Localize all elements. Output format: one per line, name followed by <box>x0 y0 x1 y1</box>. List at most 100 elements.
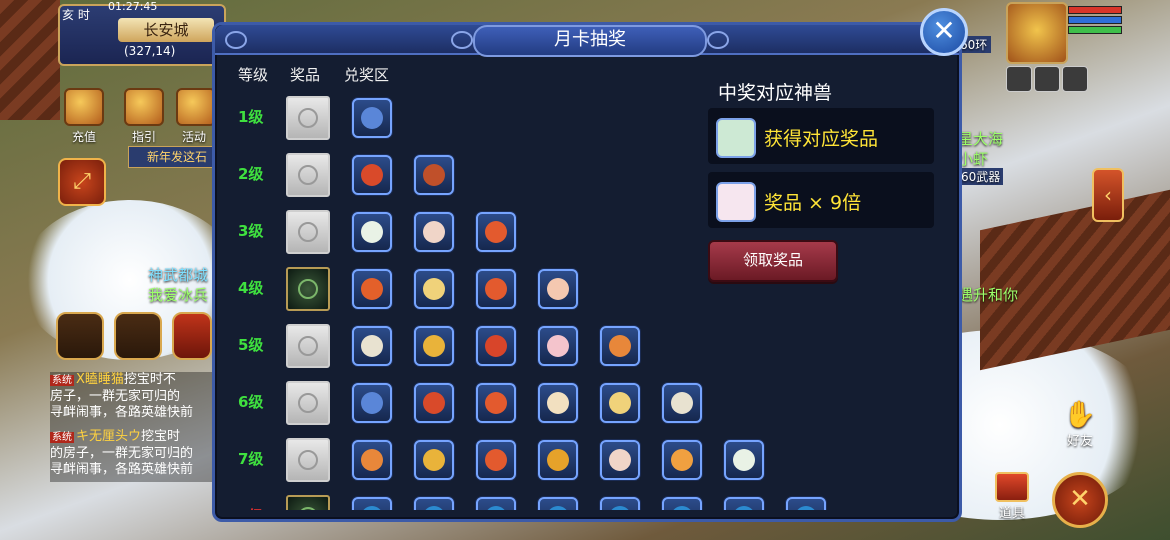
reward-beast-title: 中奖对应神兽 <box>718 82 833 104</box>
pet-reward-icon[interactable] <box>662 383 702 423</box>
pet-reward-icon[interactable] <box>352 497 392 510</box>
prize-placeholder-icon <box>298 222 318 242</box>
pet-face-icon <box>361 506 383 510</box>
row-level-label: 8级 <box>238 505 278 510</box>
pet-reward-icon[interactable] <box>352 98 392 138</box>
pet-face-icon <box>671 392 693 414</box>
prize-placeholder-icon <box>298 507 318 510</box>
pet-reward-icon[interactable] <box>476 212 516 252</box>
prize-slot[interactable] <box>286 267 330 311</box>
claim-reward-button[interactable]: 领取奖品 <box>708 240 838 282</box>
pet-reward-icon[interactable] <box>476 326 516 366</box>
pet-face-icon <box>423 506 445 510</box>
pet-reward-icon[interactable] <box>538 383 578 423</box>
row-level-label: 3级 <box>238 222 264 240</box>
pet-face-icon <box>547 335 569 357</box>
pet-reward-icon[interactable] <box>724 497 764 510</box>
pet-face-icon <box>547 278 569 300</box>
pet-face-icon <box>795 506 817 510</box>
pet-face-icon <box>423 221 445 243</box>
pet-face-icon <box>671 506 693 510</box>
pet-face-icon <box>361 221 383 243</box>
pet-reward-icon[interactable] <box>538 326 578 366</box>
pet-face-icon <box>423 449 445 471</box>
prize-placeholder-icon <box>298 279 318 299</box>
pet-face-icon <box>361 449 383 471</box>
prize-slot[interactable] <box>286 324 330 368</box>
pet-reward-icon[interactable] <box>352 155 392 195</box>
pet-reward-icon[interactable] <box>538 497 578 510</box>
row-level-label: 1级 <box>238 108 264 126</box>
pet-reward-icon[interactable] <box>476 383 516 423</box>
pet-reward-icon[interactable] <box>786 497 826 510</box>
pet-reward-icon[interactable] <box>600 383 640 423</box>
prize-slot[interactable] <box>286 495 330 510</box>
prize-placeholder-icon <box>298 108 318 128</box>
pet-face-icon <box>361 164 383 186</box>
pet-face-icon <box>423 335 445 357</box>
prize-slot[interactable] <box>286 210 330 254</box>
pet-face-icon <box>361 278 383 300</box>
pet-face-icon <box>609 449 631 471</box>
row-level-label: 5级 <box>238 336 264 354</box>
pet-reward-icon[interactable] <box>662 440 702 480</box>
reward-multiplier-text: 奖品 × 9倍 <box>764 192 862 214</box>
prize-slot[interactable] <box>286 381 330 425</box>
pet-reward-icon[interactable] <box>414 383 454 423</box>
pet-reward-icon[interactable] <box>724 440 764 480</box>
pet-reward-icon[interactable] <box>600 326 640 366</box>
pet-reward-icon[interactable] <box>476 497 516 510</box>
prize-placeholder-icon <box>298 450 318 470</box>
pet-face-icon <box>423 164 445 186</box>
pet-reward-icon[interactable] <box>414 155 454 195</box>
pet-reward-icon[interactable] <box>352 269 392 309</box>
pet-reward-icon[interactable] <box>352 440 392 480</box>
pet-reward-icon[interactable] <box>600 497 640 510</box>
pet-reward-icon[interactable] <box>476 269 516 309</box>
pet-face-icon <box>485 392 507 414</box>
pet-face-icon <box>733 449 755 471</box>
prize-slot[interactable] <box>286 153 330 197</box>
pet-face-icon <box>609 506 631 510</box>
row-level-label: 7级 <box>238 450 264 468</box>
prize-placeholder-icon <box>298 165 318 185</box>
pet-face-icon <box>547 449 569 471</box>
row-level-label: 2级 <box>238 165 264 183</box>
pet-reward-icon[interactable] <box>352 383 392 423</box>
pet-face-icon <box>485 278 507 300</box>
prize-placeholder-icon <box>298 336 318 356</box>
pet-face-icon <box>485 449 507 471</box>
pet-reward-icon[interactable] <box>538 440 578 480</box>
pet-reward-icon[interactable] <box>600 440 640 480</box>
pet-face-icon <box>485 506 507 510</box>
prize-slot[interactable] <box>286 96 330 140</box>
pet-face-icon <box>361 392 383 414</box>
pet-face-icon <box>485 221 507 243</box>
pet-reward-icon[interactable] <box>414 440 454 480</box>
pet-reward-icon[interactable] <box>352 212 392 252</box>
pet-reward-icon[interactable] <box>414 326 454 366</box>
pet-reward-icon[interactable] <box>414 269 454 309</box>
pet-face-icon <box>423 392 445 414</box>
prize-slot[interactable] <box>286 438 330 482</box>
pet-avatar-icon <box>716 118 756 158</box>
pet-face-icon <box>423 278 445 300</box>
pet-reward-icon[interactable] <box>476 440 516 480</box>
pet-face-icon <box>733 506 755 510</box>
reward-info-row: 获得对应奖品 <box>708 108 934 164</box>
pet-face-icon <box>361 335 383 357</box>
pet-reward-icon[interactable] <box>414 497 454 510</box>
prize-placeholder-icon <box>298 393 318 413</box>
pet-reward-icon[interactable] <box>414 212 454 252</box>
lottery-rows: 1级 2级 3级 4级 5级 6级 7级 8级 <box>0 0 1170 510</box>
pet-face-icon <box>547 392 569 414</box>
pet-face-icon <box>485 335 507 357</box>
pet-face-icon <box>609 392 631 414</box>
reward-info-text: 获得对应奖品 <box>764 128 879 150</box>
pet-reward-icon[interactable] <box>538 269 578 309</box>
pet-face-icon <box>361 107 383 129</box>
pet-reward-icon[interactable] <box>352 326 392 366</box>
pet-reward-icon[interactable] <box>662 497 702 510</box>
pet-avatar-icon <box>716 182 756 222</box>
row-level-label: 4级 <box>238 279 264 297</box>
